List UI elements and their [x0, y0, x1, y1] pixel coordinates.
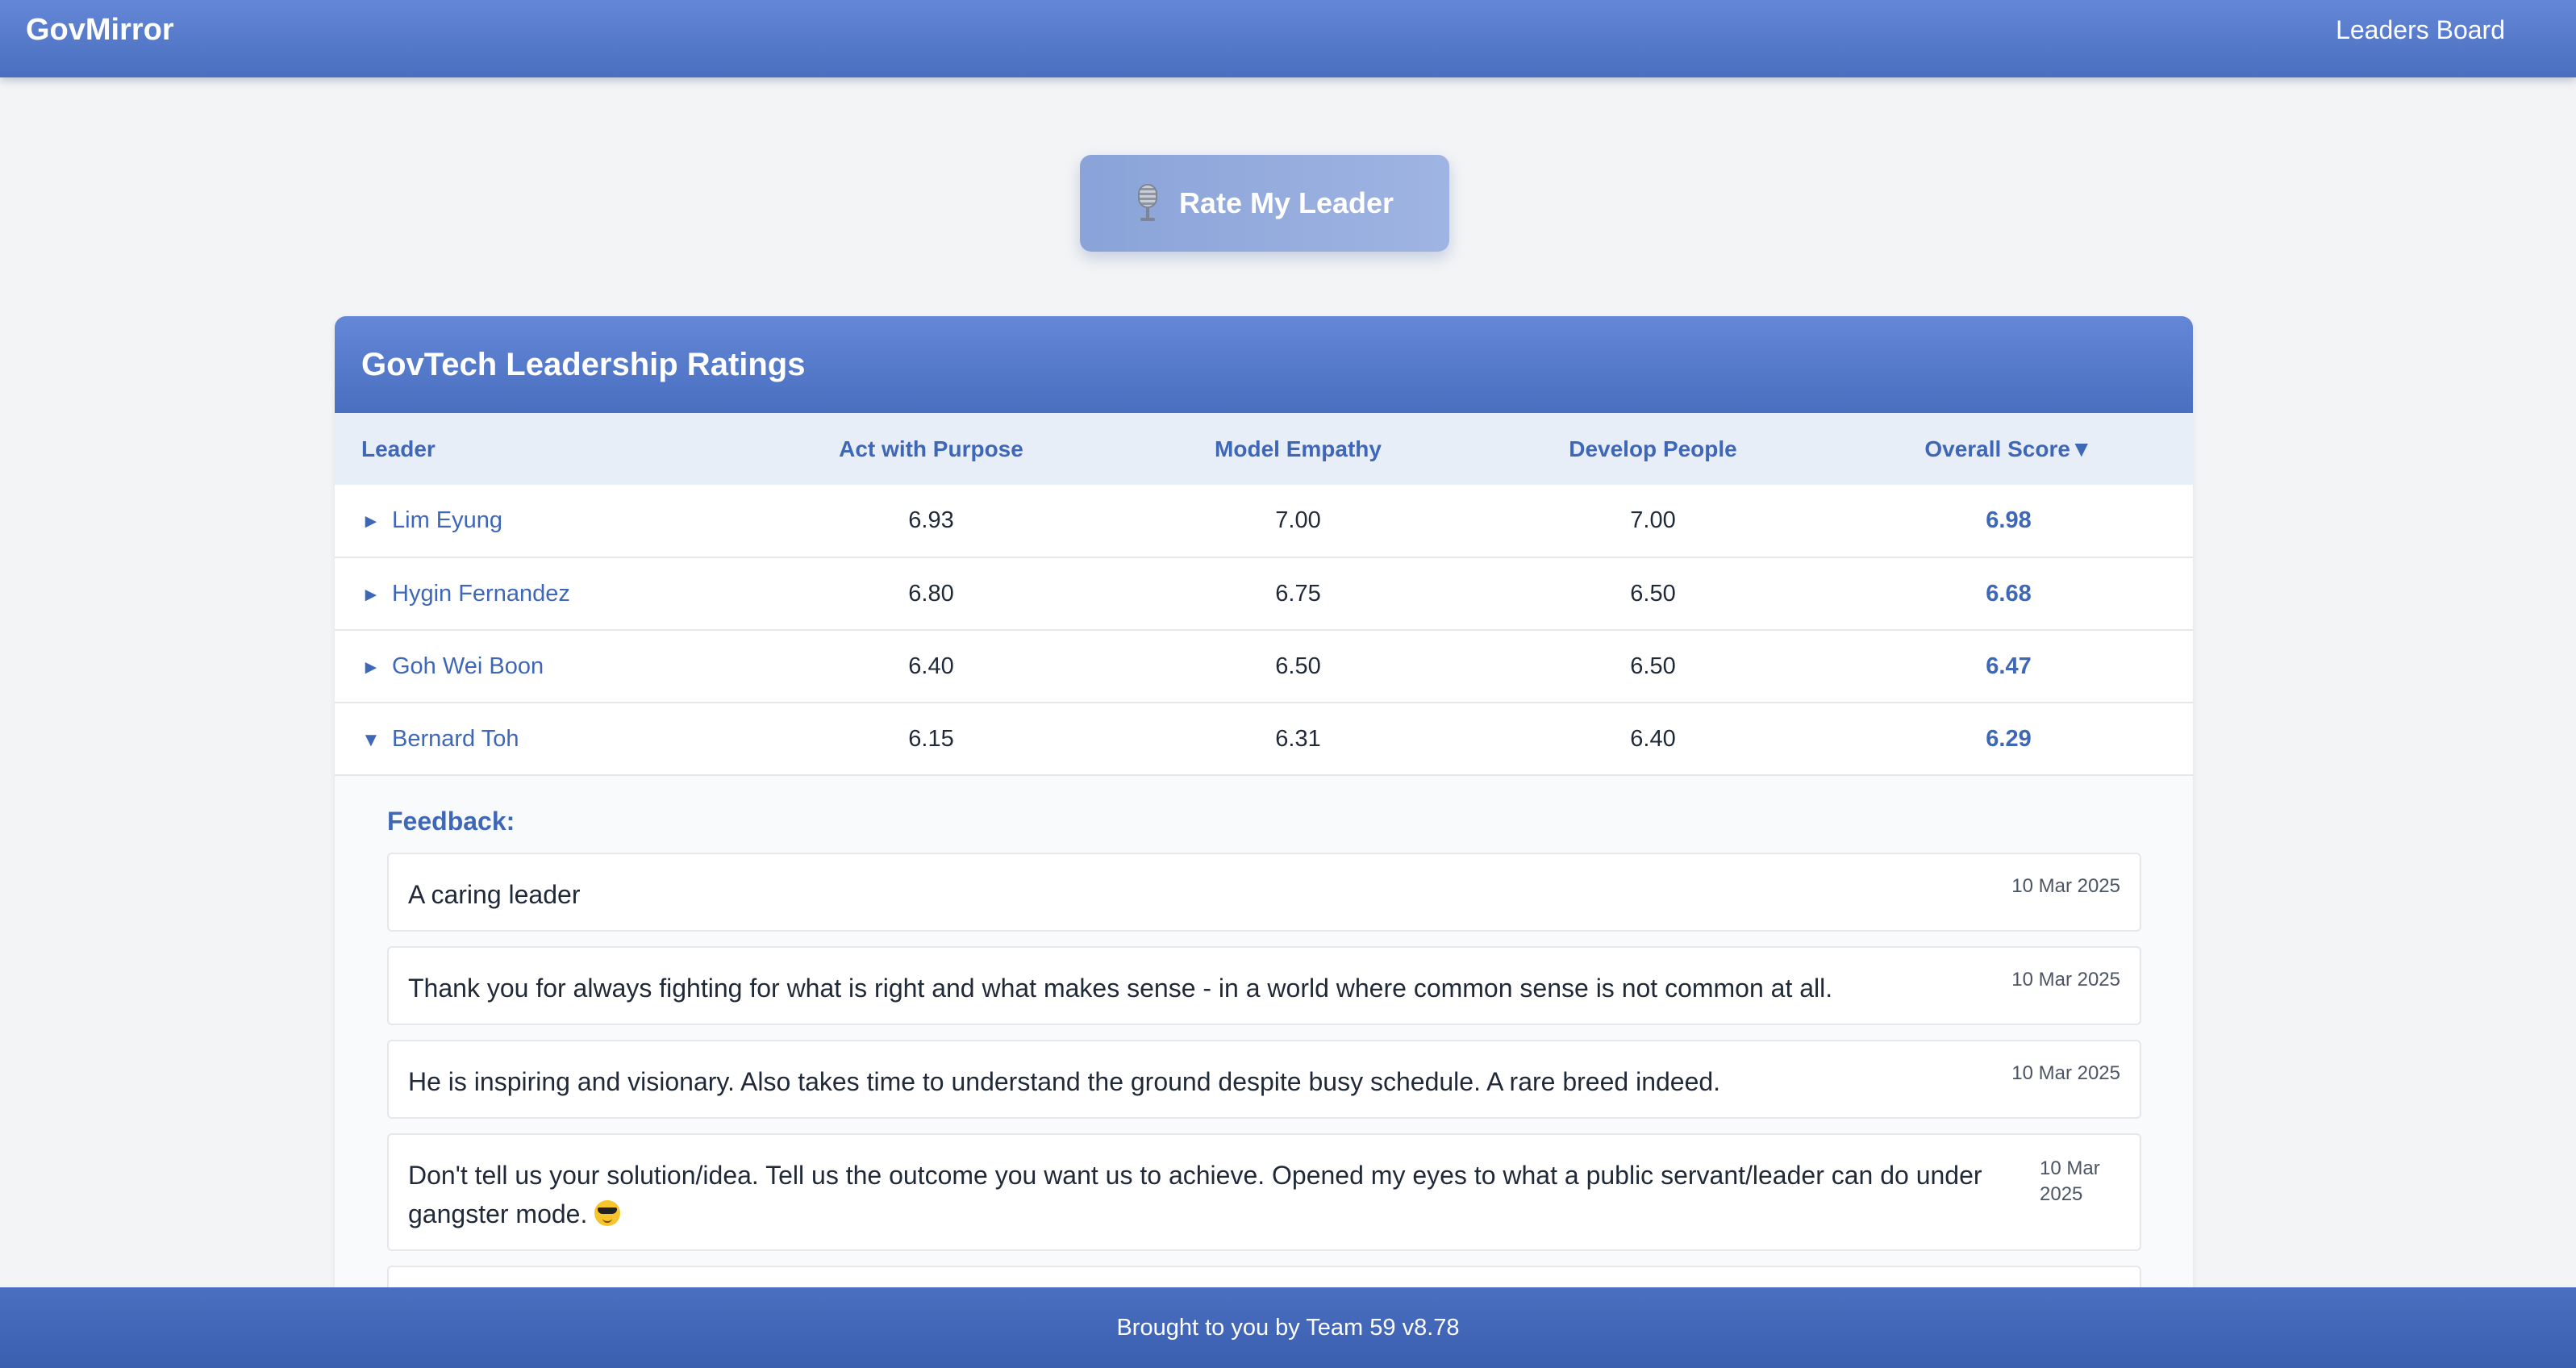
feedback-date: 10 Mar 2025 [2040, 1157, 2100, 1205]
feedback-item: Thank you for always fighting for what i… [387, 946, 2141, 1025]
table-row[interactable]: ► Lim Eyung 6.93 7.00 7.00 6.98 [335, 485, 2193, 557]
expand-triangle-icon[interactable]: ► [361, 657, 392, 679]
card-title: GovTech Leadership Ratings [335, 316, 2193, 413]
leader-name-cell[interactable]: ► Hygin Fernandez [335, 557, 748, 630]
leader-name[interactable]: Hygin Fernandez [392, 581, 570, 607]
model-empathy-cell: 7.00 [1275, 507, 1321, 533]
expand-triangle-icon[interactable]: ► [361, 511, 392, 533]
column-header-model-empathy[interactable]: Model Empathy [1115, 413, 1482, 485]
collapse-triangle-icon[interactable]: ▼ [361, 729, 392, 752]
feedback-item: Don't tell us your solution/idea. Tell u… [387, 1133, 2141, 1251]
expand-triangle-icon[interactable]: ► [361, 584, 392, 607]
act-with-purpose-cell: 6.40 [908, 653, 954, 679]
leader-name[interactable]: Goh Wei Boon [392, 653, 544, 679]
footer: Brought to you by Team 59 v8.78 [0, 1287, 2576, 1368]
footer-text: Brought to you by Team 59 v8.78 [1116, 1314, 1460, 1341]
overall-score-cell: 6.68 [1986, 580, 2032, 607]
feedback-item: He is inspiring and visionary. Also take… [387, 1040, 2141, 1119]
overall-score-cell: 6.98 [1986, 507, 2032, 533]
leader-name[interactable]: Lim Eyung [392, 507, 502, 533]
column-header-develop-people[interactable]: Develop People [1482, 413, 1824, 485]
rate-my-leader-button[interactable]: Rate My Leader [1080, 155, 1449, 252]
model-empathy-cell: 6.50 [1275, 653, 1321, 679]
model-empathy-cell: 6.75 [1275, 580, 1321, 607]
column-header-leader[interactable]: Leader [335, 413, 748, 485]
nav-leaders-board-link[interactable]: Leaders Board [2336, 15, 2505, 45]
feedback-panel: Feedback: A caring leader 10 Mar 2025 Th… [335, 776, 2193, 1345]
feedback-date: 10 Mar 2025 [2011, 1062, 2120, 1084]
feedback-text: He is inspiring and visionary. Also take… [408, 1067, 1721, 1096]
model-empathy-cell: 6.31 [1275, 725, 1321, 752]
brand-logo[interactable]: GovMirror [26, 13, 174, 48]
table-header-row: Leader Act with Purpose Model Empathy De… [335, 413, 2193, 485]
top-navbar: GovMirror Leaders Board [0, 0, 2576, 77]
column-header-overall-score[interactable]: Overall Score▼ [1824, 413, 2193, 485]
leader-name-cell[interactable]: ► Lim Eyung [335, 485, 748, 557]
feedback-text-wrapper: Don't tell us your solution/idea. Tell u… [408, 1156, 2005, 1233]
leader-name[interactable]: Bernard Toh [392, 726, 519, 752]
rate-my-leader-label: Rate My Leader [1178, 186, 1394, 219]
microphone-icon [1136, 184, 1160, 223]
overall-score-cell: 6.47 [1986, 653, 2032, 679]
table-row[interactable]: ► Hygin Fernandez 6.80 6.75 6.50 6.68 [335, 557, 2193, 630]
smiling-face-with-sunglasses-icon [594, 1200, 621, 1226]
develop-people-cell: 6.50 [1630, 653, 1676, 679]
feedback-title: Feedback: [387, 807, 515, 836]
develop-people-cell: 7.00 [1630, 507, 1676, 533]
act-with-purpose-cell: 6.15 [908, 725, 954, 752]
feedback-date: 10 Mar 2025 [2011, 969, 2120, 991]
develop-people-cell: 6.40 [1630, 725, 1676, 752]
feedback-text: Thank you for always fighting for what i… [408, 974, 1833, 1003]
leader-name-cell[interactable]: ► Goh Wei Boon [335, 630, 748, 703]
feedback-text: A caring leader [408, 880, 581, 909]
column-header-act-with-purpose[interactable]: Act with Purpose [748, 413, 1115, 485]
feedback-date: 10 Mar 2025 [2011, 875, 2120, 897]
leadership-ratings-card: GovTech Leadership Ratings Leader Act wi… [335, 316, 2193, 1368]
table-row[interactable]: ► Goh Wei Boon 6.40 6.50 6.50 6.47 [335, 630, 2193, 703]
feedback-item: A caring leader 10 Mar 2025 [387, 853, 2141, 932]
feedback-text: Don't tell us your solution/idea. Tell u… [408, 1161, 1982, 1228]
table-row-expanded[interactable]: ▼ Bernard Toh 6.15 6.31 6.40 6.29 [335, 703, 2193, 775]
act-with-purpose-cell: 6.93 [908, 507, 954, 533]
develop-people-cell: 6.50 [1630, 580, 1676, 607]
overall-score-cell: 6.29 [1986, 725, 2032, 752]
leader-name-cell[interactable]: ▼ Bernard Toh [335, 703, 748, 775]
act-with-purpose-cell: 6.80 [908, 580, 954, 607]
ratings-table: Leader Act with Purpose Model Empathy De… [335, 413, 2193, 776]
